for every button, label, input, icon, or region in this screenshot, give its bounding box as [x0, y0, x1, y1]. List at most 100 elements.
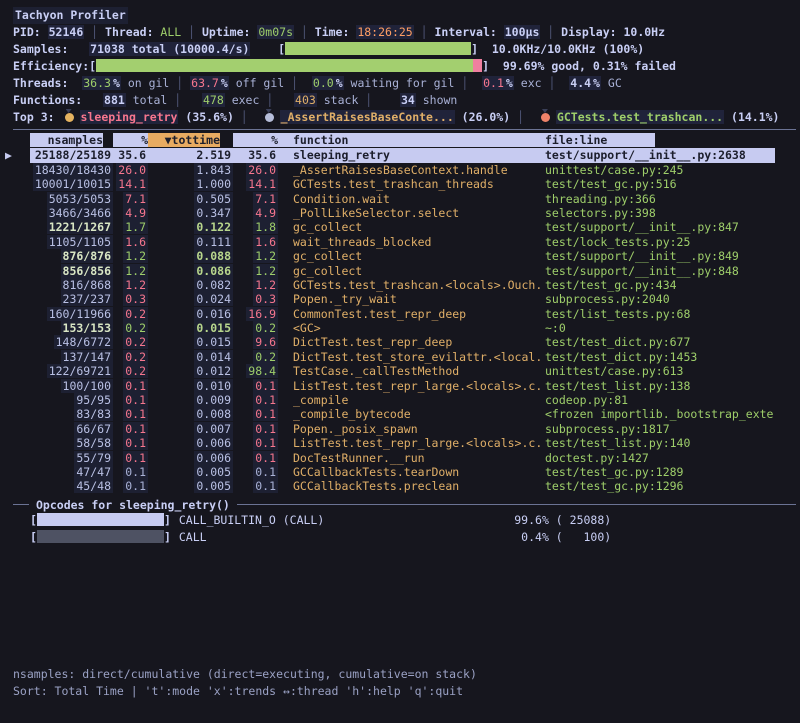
table-row[interactable]: 18430/1843026.01.84326.0_AssertRaisesBas…	[5, 163, 775, 177]
cell-pct-cumulative: 0.1	[233, 465, 278, 479]
table-row[interactable]: 160/119660.20.01616.9CommonTest.test_rep…	[5, 307, 775, 321]
text-segment: 34	[400, 93, 416, 107]
table-row[interactable]: 5053/50537.10.5057.1Condition.waitthread…	[5, 192, 775, 206]
table-row[interactable]: 58/580.10.0060.1ListTest.test_repr_large…	[5, 436, 775, 450]
cell-tottime: 0.009	[148, 393, 233, 407]
cell-pct-cumulative-value: 16.9	[246, 307, 278, 321]
cell-file-line: test/support/__init__.py:849	[545, 249, 775, 263]
cell-function: ListTest.test_repr_large.<locals>.c...	[278, 436, 545, 450]
column-header-nsamples[interactable]: nsamples	[30, 133, 113, 147]
cell-nsamples-value: 66/67	[74, 422, 113, 436]
cell-function: DocTestRunner.__run	[278, 451, 545, 465]
text-segment: 36.3	[82, 76, 112, 90]
opcodes-section-title: Opcodes for sleeping_retry()	[29, 498, 237, 512]
table-row[interactable]: 876/8761.20.0881.2gc_collecttest/support…	[5, 249, 775, 263]
cell-pct-direct: 4.9	[113, 206, 148, 220]
cell-pct-cumulative-value: 1.2	[253, 278, 278, 292]
cell-file-line: threading.py:366	[545, 192, 775, 206]
column-header-pct-cumulative[interactable]: %	[233, 133, 278, 147]
table-row[interactable]: 237/2370.30.0240.3Popen._try_waitsubproc…	[5, 292, 775, 306]
row-arrow-gutter	[5, 264, 30, 278]
text-segment: ALL	[160, 25, 181, 39]
text-segment: 10.0Hz	[623, 25, 665, 39]
table-row[interactable]: 122/697210.20.01298.4TestCase._callTestM…	[5, 364, 775, 378]
cell-tottime: 0.012	[148, 364, 233, 378]
table-row[interactable]: 1221/12671.70.1221.8gc_collecttest/suppo…	[5, 220, 775, 234]
table-row[interactable]: 95/950.10.0090.1_compilecodeop.py:81	[5, 393, 775, 407]
table-row[interactable]: 83/830.10.0080.1_compile_bytecode<frozen…	[5, 407, 775, 421]
table-row[interactable]: 1105/11051.60.1111.6wait_threads_blocked…	[5, 235, 775, 249]
cell-pct-cumulative-value: 1.2	[253, 249, 278, 263]
cell-tottime-value: 0.122	[194, 220, 233, 234]
header-arrow-gutter	[5, 133, 30, 147]
cell-nsamples: 816/868	[30, 278, 113, 292]
cell-file-line: test/lock_tests.py:25	[545, 235, 775, 249]
table-row[interactable]: 148/67720.20.0159.6DictTest.test_repr_de…	[5, 335, 775, 349]
row-arrow-gutter	[5, 307, 30, 321]
table-row[interactable]: 816/8681.20.0821.2GCTests.test_trashcan.…	[5, 278, 775, 292]
row-arrow-gutter	[5, 249, 30, 263]
cell-nsamples-value: 237/237	[61, 292, 113, 306]
column-header-function[interactable]: function	[278, 133, 545, 147]
cell-nsamples: 55/79	[30, 451, 113, 465]
column-header-pct-direct[interactable]: %	[113, 133, 148, 147]
cell-nsamples: 148/6772	[30, 335, 113, 349]
text-segment: 0.0	[312, 76, 335, 90]
cell-tottime: 1.000	[148, 177, 233, 191]
table-row[interactable]: ▶25188/2518935.62.51935.6sleeping_retryt…	[5, 148, 775, 162]
cell-pct-direct-value: 1.6	[123, 235, 148, 249]
cell-pct-cumulative-value: 98.4	[246, 364, 278, 378]
row-arrow-gutter	[5, 364, 30, 378]
cell-tottime: 0.006	[148, 436, 233, 450]
table-row[interactable]: 100/1000.10.0100.1ListTest.test_repr_lar…	[5, 379, 775, 393]
cell-pct-direct-value: 4.9	[123, 206, 148, 220]
cell-function: CommonTest.test_repr_deep	[278, 307, 545, 321]
cell-pct-cumulative-value: 26.0	[246, 163, 278, 177]
table-row[interactable]: 55/790.10.0060.1DocTestRunner.__rundocte…	[5, 451, 775, 465]
cell-pct-direct: 26.0	[113, 163, 148, 177]
cell-pct-cumulative: 4.9	[233, 206, 278, 220]
cell-tottime-value: 1.843	[194, 163, 233, 177]
table-row[interactable]: 856/8561.20.0861.2gc_collecttest/support…	[5, 264, 775, 278]
text-segment: Threads:	[13, 76, 68, 90]
cell-pct-cumulative-value: 0.1	[253, 379, 278, 393]
cell-pct-direct-value: 7.1	[123, 192, 148, 206]
text-segment: Uptime:	[202, 25, 257, 39]
text-segment	[68, 42, 89, 56]
cell-nsamples: 95/95	[30, 393, 113, 407]
column-header-tottime-sorted[interactable]: ▼tottime	[148, 133, 233, 147]
cell-nsamples: 10001/10015	[30, 177, 113, 191]
table-row[interactable]: 45/480.10.0050.1GCCallbackTests.preclean…	[5, 479, 775, 493]
efficiency-bar-failed	[473, 59, 482, 72]
cell-pct-direct: 1.2	[113, 278, 148, 292]
table-row[interactable]: 47/470.10.0050.1GCCallbackTests.tearDown…	[5, 465, 775, 479]
row-arrow-gutter	[5, 479, 30, 493]
cell-pct-cumulative-value: 35.6	[246, 148, 278, 162]
cell-tottime: 0.007	[148, 422, 233, 436]
cell-nsamples: 5053/5053	[30, 192, 113, 206]
cell-file-line: unittest/case.py:613	[545, 364, 775, 378]
bronze-medal-icon	[541, 113, 550, 122]
column-header-file-line[interactable]: file:line	[545, 133, 655, 147]
app-title: Tachyon Profiler	[13, 7, 128, 24]
cell-function: _PollLikeSelector.select	[278, 206, 545, 220]
row-arrow-gutter	[5, 220, 30, 234]
cell-pct-cumulative: 14.1	[233, 177, 278, 191]
samples-line-left: Samples: 71038 total (10000.4/s) [	[13, 42, 285, 56]
cell-function: Condition.wait	[278, 192, 545, 206]
table-row[interactable]: 66/670.10.0070.1Popen._posix_spawnsubpro…	[5, 422, 775, 436]
cell-function: GCTests.test_trashcan_threads	[278, 177, 545, 191]
top3-separator: │	[234, 110, 255, 124]
text-segment: 63.7	[190, 76, 220, 90]
table-row[interactable]: 3466/34664.90.3474.9_PollLikeSelector.se…	[5, 206, 775, 220]
cell-function: _AssertRaisesBaseContext.handle	[278, 163, 545, 177]
text-segment	[181, 93, 202, 107]
cell-nsamples: 58/58	[30, 436, 113, 450]
cell-nsamples: 3466/3466	[30, 206, 113, 220]
cell-tottime: 0.005	[148, 479, 233, 493]
table-row[interactable]: 10001/1001514.11.00014.1GCTests.test_tra…	[5, 177, 775, 191]
table-row[interactable]: 137/1470.20.0140.2DictTest.test_store_ev…	[5, 350, 775, 364]
cell-pct-direct-value: 0.1	[123, 379, 148, 393]
row-arrow-gutter	[5, 177, 30, 191]
table-row[interactable]: 153/1530.20.0150.2<GC>~:0	[5, 321, 775, 335]
